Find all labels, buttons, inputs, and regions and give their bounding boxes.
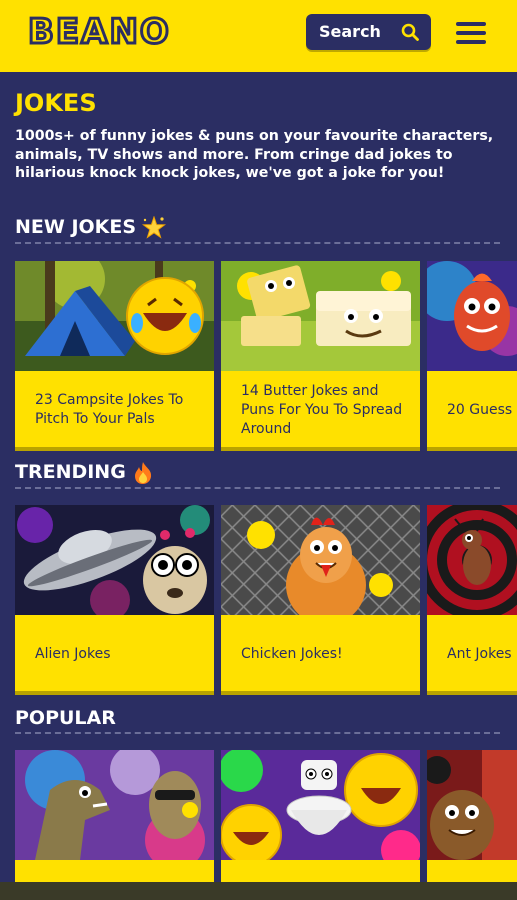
site-header: BEANO Search bbox=[0, 0, 517, 72]
card-title: Chicken Jokes! bbox=[241, 645, 343, 662]
section-title-text: NEW JOKES bbox=[15, 216, 137, 238]
section-divider bbox=[15, 487, 500, 489]
beano-logo[interactable]: BEANO bbox=[27, 11, 171, 54]
trending-carousel[interactable]: Alien Jokes Chicken Jokes! Ant Jokes bbox=[0, 505, 517, 695]
menu-line-icon bbox=[456, 22, 486, 26]
section-title-popular: POPULAR bbox=[15, 706, 116, 730]
section-title-text: TRENDING bbox=[15, 461, 126, 483]
joke-card[interactable]: 23 Campsite Jokes To Pitch To Your Pals bbox=[15, 261, 214, 451]
bottom-bar bbox=[0, 882, 517, 900]
page-intro: 1000s+ of funny jokes & puns on your fav… bbox=[15, 128, 494, 181]
joke-card[interactable]: Chicken Jokes! bbox=[221, 505, 420, 695]
section-title-trending: TRENDING bbox=[15, 460, 154, 485]
menu-line-icon bbox=[456, 31, 486, 35]
fire-icon bbox=[134, 461, 151, 484]
coconut-card-image bbox=[427, 750, 517, 860]
guess-who-card-image bbox=[427, 261, 517, 371]
toilet-card-image bbox=[221, 750, 420, 860]
search-label: Search bbox=[319, 22, 381, 41]
joke-card[interactable] bbox=[427, 750, 517, 882]
new-jokes-carousel[interactable]: 23 Campsite Jokes To Pitch To Your Pals … bbox=[0, 261, 517, 451]
joke-card[interactable]: 14 Butter Jokes and Puns For You To Spre… bbox=[221, 261, 420, 451]
search-icon bbox=[401, 23, 419, 41]
chicken-card-image bbox=[221, 505, 420, 615]
card-title: Ant Jokes bbox=[447, 645, 512, 662]
section-divider bbox=[15, 732, 500, 734]
card-title: Alien Jokes bbox=[35, 645, 111, 662]
dinosaur-card-image bbox=[15, 750, 214, 860]
card-title bbox=[35, 862, 202, 882]
joke-card[interactable]: 20 Guess W To Have A bbox=[427, 261, 517, 451]
popular-carousel[interactable] bbox=[0, 750, 517, 882]
card-title bbox=[241, 862, 408, 882]
card-title: 20 Guess W To Have A bbox=[447, 401, 517, 418]
card-title: 14 Butter Jokes and Puns For You To Spre… bbox=[241, 382, 403, 437]
page-title: JOKES bbox=[15, 89, 97, 117]
menu-line-icon bbox=[456, 40, 486, 44]
campsite-card-image bbox=[15, 261, 214, 371]
joke-card[interactable] bbox=[15, 750, 214, 882]
ant-card-image bbox=[427, 505, 517, 615]
alien-card-image bbox=[15, 505, 214, 615]
card-title: 23 Campsite Jokes To Pitch To Your Pals bbox=[35, 392, 184, 427]
joke-card[interactable]: Alien Jokes bbox=[15, 505, 214, 695]
joke-card[interactable] bbox=[221, 750, 420, 882]
butter-card-image bbox=[221, 261, 420, 371]
hamburger-menu-button[interactable] bbox=[454, 18, 488, 48]
search-button[interactable]: Search bbox=[306, 14, 431, 50]
sparkle-star-icon bbox=[142, 215, 167, 239]
section-title-new-jokes: NEW JOKES bbox=[15, 215, 167, 240]
joke-card[interactable]: Ant Jokes bbox=[427, 505, 517, 695]
card-title bbox=[447, 862, 517, 882]
section-divider bbox=[15, 242, 500, 244]
section-title-text: POPULAR bbox=[15, 707, 116, 729]
